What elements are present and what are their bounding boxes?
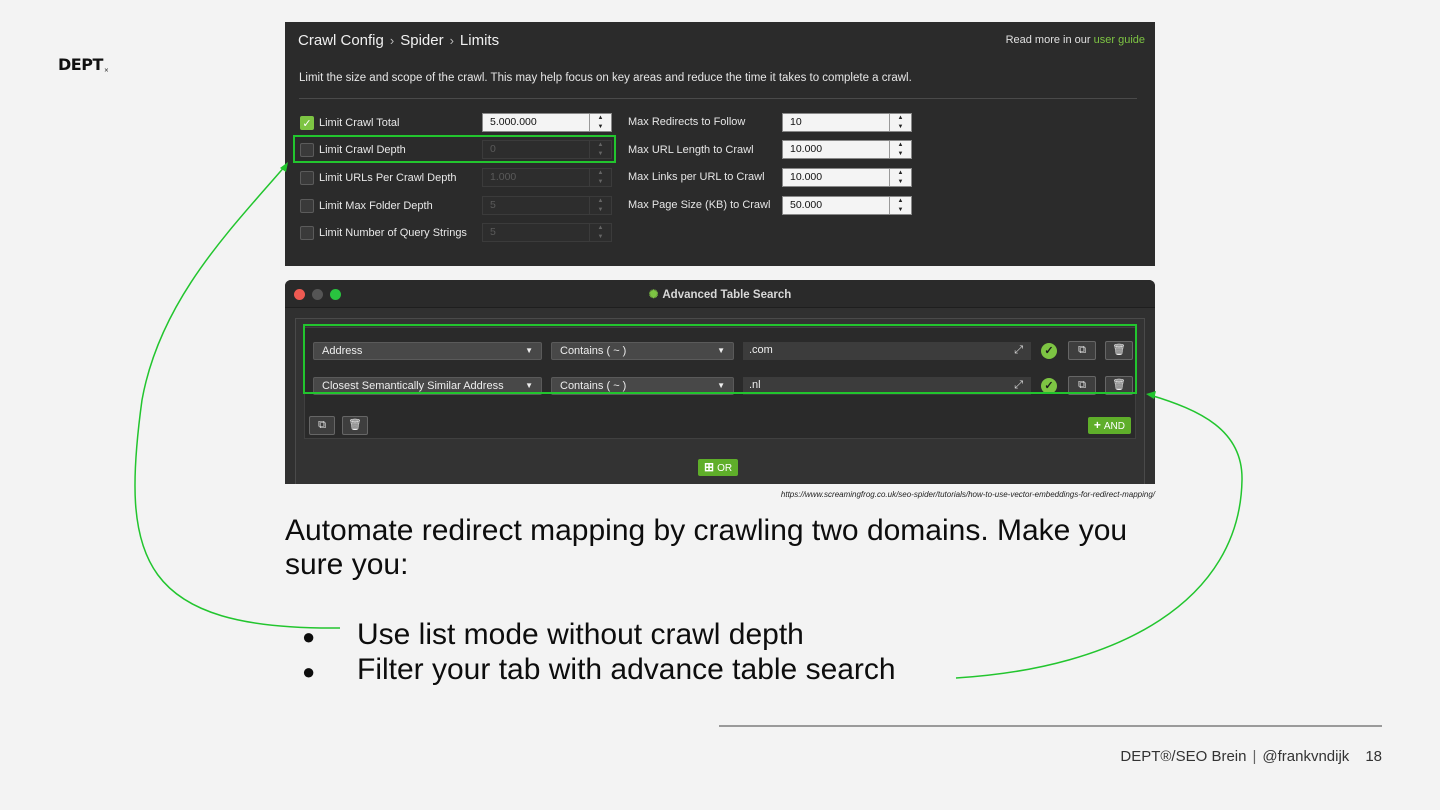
arrow-down-icon[interactable]: ▼ xyxy=(590,206,611,215)
arrow-down-icon[interactable]: ▼ xyxy=(890,178,911,187)
footer-handle: @frankvndijk xyxy=(1262,748,1350,765)
chevron-right-icon: › xyxy=(389,33,395,48)
trash-icon: 🗑 xyxy=(348,419,362,431)
arrow-down-icon[interactable]: ▼ xyxy=(890,150,911,159)
check-icon: ✓ xyxy=(302,117,312,130)
plus-square-icon: ⊞ xyxy=(704,460,715,474)
limit-urls-per-depth-label: Limit URLs Per Crawl Depth xyxy=(319,172,457,184)
bullet-icon: ● xyxy=(302,624,316,649)
limit-query-strings-label: Limit Number of Query Strings xyxy=(319,227,467,239)
arrow-down-icon[interactable]: ▼ xyxy=(890,206,911,215)
max-url-length-label: Max URL Length to Crawl xyxy=(628,144,754,156)
slide-footer: DEPT®/SEO Brein | @frankvndijk 18 xyxy=(1120,748,1382,765)
arrow-down-icon[interactable]: ▼ xyxy=(590,123,611,132)
duplicate-group-button[interactable]: ⧉ xyxy=(309,416,335,435)
limit-urls-per-depth-stepper[interactable]: 1.000 ▲ ▼ xyxy=(482,168,612,187)
limit-urls-per-depth-row: Limit URLs Per Crawl Depth xyxy=(300,168,457,188)
window-titlebar: ✺ Advanced Table Search xyxy=(285,280,1155,308)
arrow-down-icon[interactable]: ▼ xyxy=(590,233,611,242)
limit-urls-per-depth-checkbox[interactable] xyxy=(300,171,314,185)
footer-divider xyxy=(719,725,1382,727)
crawl-depth-highlight xyxy=(293,135,616,163)
limits-description: Limit the size and scope of the crawl. T… xyxy=(299,72,912,84)
max-redirects-stepper[interactable]: 10 ▲ ▼ xyxy=(782,113,912,132)
max-url-length-stepper[interactable]: 10.000 ▲ ▼ xyxy=(782,140,912,159)
limit-crawl-total-row: ✓ Limit Crawl Total xyxy=(300,113,400,133)
max-page-size-label: Max Page Size (KB) to Crawl xyxy=(628,199,771,211)
bullet-icon: ● xyxy=(302,659,316,684)
breadcrumb-crawl-config[interactable]: Crawl Config xyxy=(298,32,384,49)
max-links-label: Max Links per URL to Crawl xyxy=(628,171,765,183)
add-or-button[interactable]: ⊞ OR xyxy=(698,459,739,476)
max-links-input[interactable]: 10.000 xyxy=(783,169,889,186)
add-and-button[interactable]: + AND xyxy=(1087,417,1131,434)
window-title: ✺ Advanced Table Search xyxy=(648,289,792,301)
limit-max-folder-depth-stepper[interactable]: 5 ▲ ▼ xyxy=(482,196,612,215)
user-guide-link[interactable]: user guide xyxy=(1094,34,1145,46)
arrow-up-icon[interactable]: ▲ xyxy=(590,224,611,233)
max-redirects-input[interactable]: 10 xyxy=(783,114,889,131)
arrow-up-icon[interactable]: ▲ xyxy=(590,114,611,123)
divider xyxy=(299,98,1137,99)
limit-query-strings-checkbox[interactable] xyxy=(300,226,314,240)
search-rows-highlight xyxy=(303,324,1137,394)
breadcrumb-spider[interactable]: Spider xyxy=(400,32,443,49)
limit-crawl-total-stepper[interactable]: 5.000.000 ▲ ▼ xyxy=(482,113,612,132)
max-url-length-input[interactable]: 10.000 xyxy=(783,141,889,158)
max-redirects-label: Max Redirects to Follow xyxy=(628,116,746,128)
arrow-up-icon[interactable]: ▲ xyxy=(890,197,911,206)
user-guide-note: Read more in our user guide xyxy=(1005,34,1145,46)
arrow-up-icon[interactable]: ▲ xyxy=(890,114,911,123)
breadcrumb: Crawl Config › Spider › Limits xyxy=(298,32,499,49)
arrow-up-icon[interactable]: ▲ xyxy=(890,169,911,178)
max-page-size-stepper[interactable]: 50.000 ▲ ▼ xyxy=(782,196,912,215)
limit-max-folder-depth-input[interactable]: 5 xyxy=(483,197,589,214)
spinner-icon: ✺ xyxy=(648,289,659,301)
chevron-right-icon: › xyxy=(449,33,454,48)
limit-query-strings-input[interactable]: 5 xyxy=(483,224,589,241)
delete-group-button[interactable]: 🗑 xyxy=(342,416,368,435)
crawl-config-panel: Crawl Config › Spider › Limits Read more in … xyxy=(285,22,1155,266)
plus-icon: + xyxy=(1093,418,1101,432)
slide-headline: Automate redirect mapping by crawling tw… xyxy=(285,514,1128,581)
copy-icon: ⧉ xyxy=(318,419,326,431)
advanced-table-search-window: ✺ Advanced Table Search Address ▼ Contains… xyxy=(285,280,1155,484)
limit-crawl-total-label: Limit Crawl Total xyxy=(319,117,400,129)
page-number: 18 xyxy=(1365,748,1382,765)
bullet-item-2: ● Filter your tab with advance table sear… xyxy=(302,653,896,689)
limit-max-folder-depth-checkbox[interactable] xyxy=(300,199,314,213)
arrow-up-icon[interactable]: ▲ xyxy=(590,169,611,178)
arrow-down-icon[interactable]: ▼ xyxy=(590,178,611,187)
footer-brand: DEPT®/SEO Brein xyxy=(1120,748,1247,765)
arrow-down-icon[interactable]: ▼ xyxy=(890,123,911,132)
source-url[interactable]: https://www.screamingfrog.co.uk/seo-spid… xyxy=(781,490,1155,499)
limit-max-folder-depth-label: Limit Max Folder Depth xyxy=(319,200,433,212)
max-links-stepper[interactable]: 10.000 ▲ ▼ xyxy=(782,168,912,187)
arrow-up-icon[interactable]: ▲ xyxy=(590,197,611,206)
arrow-up-icon[interactable]: ▲ xyxy=(890,141,911,150)
max-page-size-input[interactable]: 50.000 xyxy=(783,197,889,214)
limit-max-folder-depth-row: Limit Max Folder Depth xyxy=(300,196,433,216)
limit-urls-per-depth-input[interactable]: 1.000 xyxy=(483,169,589,186)
limit-crawl-total-checkbox[interactable]: ✓ xyxy=(300,116,314,130)
bullet-item-1: ● Use list mode without crawl depth xyxy=(302,618,804,654)
breadcrumb-limits: Limits xyxy=(459,32,500,49)
limit-crawl-total-input[interactable]: 5.000.000 xyxy=(483,114,589,131)
dept-logo: DEPT× xyxy=(58,55,109,74)
limit-query-strings-stepper[interactable]: 5 ▲ ▼ xyxy=(482,223,612,242)
limit-query-strings-row: Limit Number of Query Strings xyxy=(300,223,467,243)
